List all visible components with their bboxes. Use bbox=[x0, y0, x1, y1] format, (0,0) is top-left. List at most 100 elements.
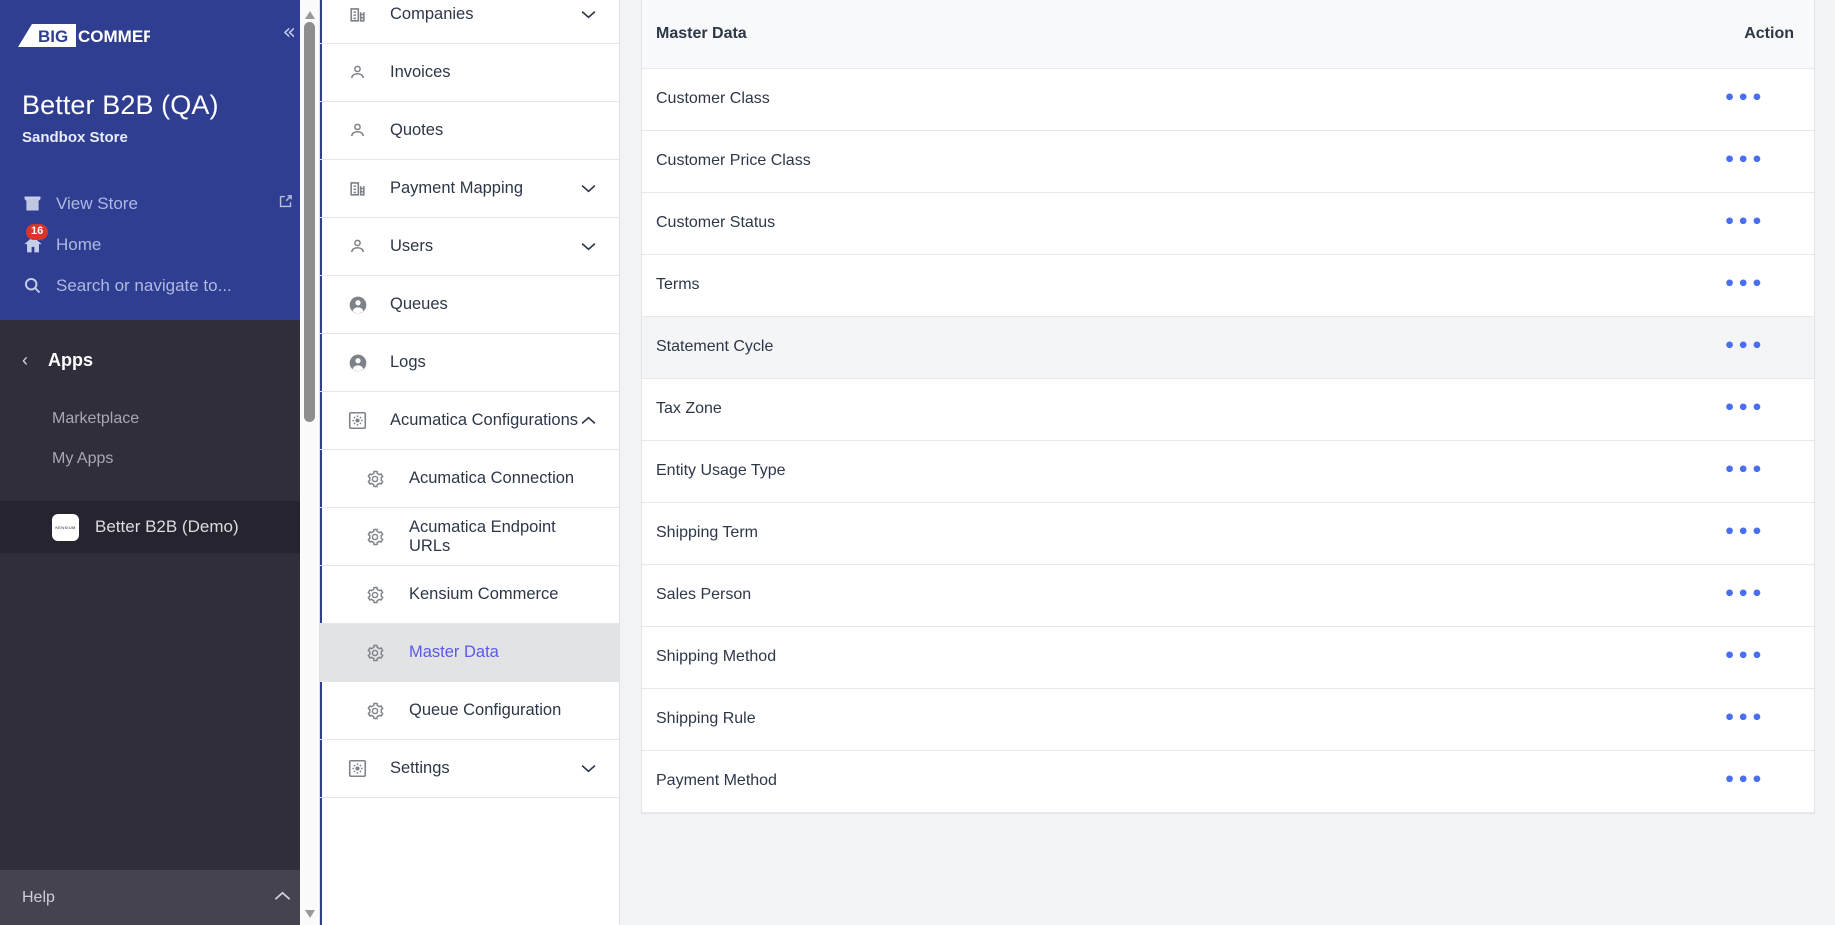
table-row[interactable]: Customer Price Class ••• bbox=[642, 130, 1814, 193]
sidebar-item-home[interactable]: 16 Home bbox=[0, 224, 320, 265]
cell-action: ••• bbox=[1674, 564, 1814, 627]
cell-action: ••• bbox=[1674, 68, 1814, 131]
table-row[interactable]: Shipping Term ••• bbox=[642, 502, 1814, 565]
left-sidebar: BIG COMMERCE « Better B2B (QA) Sandbox S… bbox=[0, 0, 320, 925]
nav-item-label: Acumatica Configurations bbox=[390, 411, 579, 429]
cell-action: ••• bbox=[1674, 192, 1814, 255]
nav-scrollbar[interactable] bbox=[300, 0, 320, 925]
chevron-left-icon[interactable]: ‹ bbox=[22, 350, 28, 371]
person-icon bbox=[348, 121, 390, 140]
scroll-up-arrow-icon[interactable] bbox=[304, 7, 316, 19]
cell-action: ••• bbox=[1674, 316, 1814, 379]
nav-item-queue-configuration[interactable]: Queue Configuration bbox=[320, 682, 619, 740]
bigcommerce-logo[interactable]: BIG COMMERCE bbox=[18, 18, 150, 52]
table-row[interactable]: Sales Person ••• bbox=[642, 564, 1814, 627]
ellipsis-icon[interactable]: ••• bbox=[1724, 151, 1765, 170]
chevron-double-left-icon[interactable]: « bbox=[283, 18, 297, 44]
nav-item-acumatica-connection[interactable]: Acumatica Connection bbox=[320, 450, 619, 508]
ellipsis-icon[interactable]: ••• bbox=[1724, 337, 1765, 356]
sidebar-item-marketplace[interactable]: Marketplace bbox=[0, 399, 320, 439]
nav-item-payment-mapping[interactable]: Payment Mapping bbox=[320, 160, 619, 218]
cell-master-data-name: Customer Price Class bbox=[642, 130, 1674, 193]
master-data-card: Master Data Action Customer Class ••• Cust… bbox=[641, 0, 1815, 814]
ellipsis-icon[interactable]: ••• bbox=[1724, 399, 1765, 418]
apps-title: Apps bbox=[48, 350, 93, 370]
account-circle-icon bbox=[348, 295, 390, 315]
sidebar-search[interactable]: Search or navigate to... bbox=[0, 265, 320, 306]
table-row[interactable]: Tax Zone ••• bbox=[642, 378, 1814, 441]
ellipsis-icon[interactable]: ••• bbox=[1724, 709, 1765, 728]
chevron-down-icon[interactable] bbox=[580, 239, 597, 255]
nav-item-quotes[interactable]: Quotes bbox=[320, 102, 619, 160]
table-row[interactable]: Terms ••• bbox=[642, 254, 1814, 317]
help-bar[interactable]: Help bbox=[0, 870, 320, 925]
table-row[interactable]: Customer Class ••• bbox=[642, 68, 1814, 131]
chevron-down-icon[interactable] bbox=[580, 761, 597, 777]
chevron-up-icon[interactable] bbox=[580, 413, 597, 429]
nav-item-invoices[interactable]: Invoices bbox=[320, 44, 619, 102]
ellipsis-icon[interactable]: ••• bbox=[1724, 771, 1765, 790]
nav-item-acumatica-endpoint-urls[interactable]: Acumatica Endpoint URLs bbox=[320, 508, 619, 566]
nav-item-companies[interactable]: Companies bbox=[320, 0, 619, 44]
chevron-down-icon[interactable] bbox=[580, 7, 597, 23]
cell-master-data-name: Sales Person bbox=[642, 564, 1674, 627]
cell-action: ••• bbox=[1674, 688, 1814, 751]
cell-master-data-name: Shipping Method bbox=[642, 626, 1674, 689]
home-notification-badge: 16 bbox=[26, 224, 49, 240]
nav-item-label: Users bbox=[390, 237, 434, 255]
table-row[interactable]: Statement Cycle ••• bbox=[642, 316, 1814, 379]
nav-item-master-data[interactable]: Master Data bbox=[320, 624, 619, 682]
table-body: Customer Class ••• Customer Price Class •••… bbox=[642, 68, 1814, 813]
settings-box-icon bbox=[348, 759, 390, 778]
kensium-app-icon: KENSIUM bbox=[52, 513, 79, 541]
svg-text:COMMERCE: COMMERCE bbox=[78, 27, 150, 46]
nav-item-settings[interactable]: Settings bbox=[320, 740, 619, 798]
help-label: Help bbox=[22, 888, 55, 906]
sidebar-item-my-apps[interactable]: My Apps bbox=[0, 439, 320, 479]
chevron-up-icon[interactable] bbox=[273, 889, 292, 906]
column-header-master-data: Master Data bbox=[642, 0, 1674, 69]
table-header-row: Master Data Action bbox=[642, 0, 1814, 69]
nav-item-label: Quotes bbox=[390, 121, 444, 139]
table-row[interactable]: Entity Usage Type ••• bbox=[642, 440, 1814, 503]
cell-action: ••• bbox=[1674, 750, 1814, 813]
scroll-down-arrow-icon[interactable] bbox=[304, 906, 316, 918]
ellipsis-icon[interactable]: ••• bbox=[1724, 89, 1765, 108]
search-input-placeholder[interactable]: Search or navigate to... bbox=[56, 276, 294, 296]
person-icon bbox=[348, 63, 390, 82]
cell-master-data-name: Payment Method bbox=[642, 750, 1674, 813]
cell-master-data-name: Shipping Rule bbox=[642, 688, 1674, 751]
nav-item-label: Invoices bbox=[390, 63, 451, 81]
cell-master-data-name: Statement Cycle bbox=[642, 316, 1674, 379]
cell-action: ••• bbox=[1674, 440, 1814, 503]
table-row[interactable]: Payment Method ••• bbox=[642, 750, 1814, 813]
ellipsis-icon[interactable]: ••• bbox=[1724, 523, 1765, 542]
ellipsis-icon[interactable]: ••• bbox=[1724, 585, 1765, 604]
ellipsis-icon[interactable]: ••• bbox=[1724, 275, 1765, 294]
ellipsis-icon[interactable]: ••• bbox=[1724, 461, 1765, 480]
nav-item-label: Master Data bbox=[409, 643, 499, 661]
nav-scrollbar-thumb[interactable] bbox=[304, 22, 315, 422]
storefront-icon bbox=[22, 193, 56, 214]
nav-item-label: Acumatica Connection bbox=[409, 469, 575, 487]
gear-icon bbox=[365, 643, 409, 663]
table-row[interactable]: Customer Status ••• bbox=[642, 192, 1814, 255]
chevron-down-icon[interactable] bbox=[580, 181, 597, 197]
nav-item-label: Logs bbox=[390, 353, 426, 371]
nav-item-acumatica-configurations[interactable]: Acumatica Configurations bbox=[320, 392, 619, 450]
sidebar-item-better-b2b-demo[interactable]: KENSIUM Better B2B (Demo) bbox=[0, 501, 320, 553]
gear-icon bbox=[365, 585, 409, 605]
nav-item-kensium-commerce[interactable]: Kensium Commerce bbox=[320, 566, 619, 624]
cell-master-data-name: Tax Zone bbox=[642, 378, 1674, 441]
sidebar-item-label: My Apps bbox=[52, 450, 114, 467]
table-row[interactable]: Shipping Rule ••• bbox=[642, 688, 1814, 751]
nav-item-users[interactable]: Users bbox=[320, 218, 619, 276]
sidebar-apps-region: ‹ Apps Marketplace My Apps KENSIUM Bette… bbox=[0, 320, 320, 870]
apps-section-header[interactable]: ‹ Apps bbox=[0, 320, 320, 371]
ellipsis-icon[interactable]: ••• bbox=[1724, 213, 1765, 232]
nav-item-queues[interactable]: Queues bbox=[320, 276, 619, 334]
sidebar-item-view-store[interactable]: View Store bbox=[0, 183, 320, 224]
nav-item-logs[interactable]: Logs bbox=[320, 334, 619, 392]
ellipsis-icon[interactable]: ••• bbox=[1724, 647, 1765, 666]
table-row[interactable]: Shipping Method ••• bbox=[642, 626, 1814, 689]
